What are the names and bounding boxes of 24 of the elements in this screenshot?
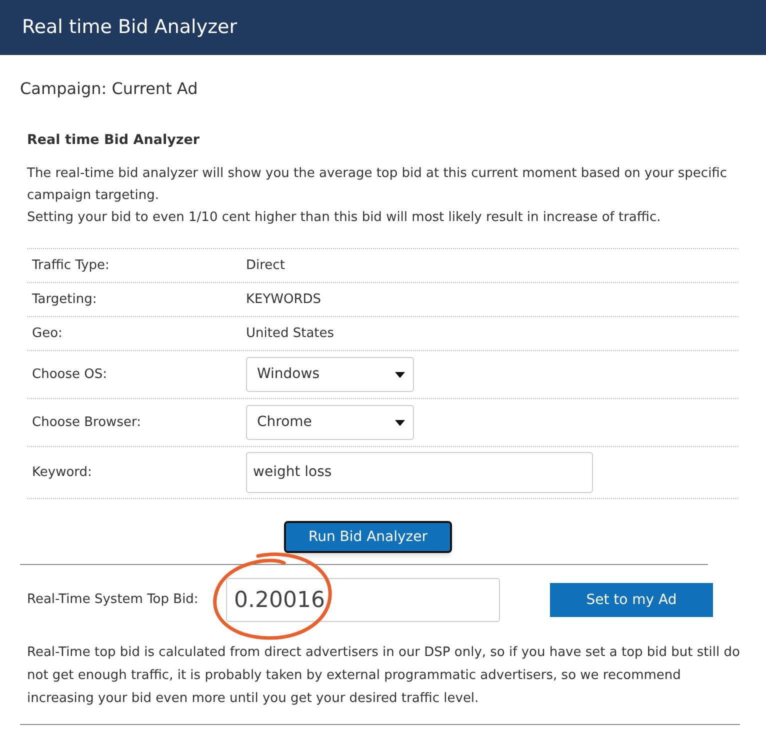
field-label: Traffic Type: [32,256,110,275]
description-text: Setting your bid to even 1/10 cent higher than this bid will most likely result in increase of traffic. [27,209,662,227]
field-value: KEYWORDS [246,290,322,309]
field-value: United States [246,324,334,343]
top-bid-label: Real-Time System Top Bid: [27,591,200,610]
field-label: Keyword: [32,464,93,482]
top-bid-field[interactable]: 0.20016 [226,578,500,622]
caret-icon [395,372,405,378]
caret-icon [395,420,405,426]
description-text: The real-time bid analyzer will show you the average top bid at this current moment based on your specific campaign targeting. [27,165,728,205]
field-value: Direct [246,256,285,275]
field-label: Targeting: [32,290,98,309]
field-label: Choose Browser: [32,414,142,432]
run-bid-analyzer-button[interactable]: Run Bid Analyzer [284,521,452,553]
dropdown[interactable]: Chrome [246,405,414,440]
keyword-field[interactable]: weight loss [246,452,593,493]
section-heading: Real time Bid Analyzer [27,131,201,149]
campaign-title: Campaign: Current Ad [20,79,199,99]
set-to-my-ad-button[interactable]: Set to my Ad [550,583,713,617]
page-title: Real time Bid Analyzer [22,15,238,40]
field-label: Choose OS: [32,366,108,384]
field-label: Geo: [32,324,64,343]
dropdown[interactable]: Windows [246,357,414,392]
note-paragraph: Real-Time top bid is calculated from direct advertisers in our DSP only, so if you have set a top bid but still do not get enough traffic, it is probably taken by external programmatic advertisers, so we recommend increasing your bid even more until you get your desired traffic level. [27,644,741,708]
